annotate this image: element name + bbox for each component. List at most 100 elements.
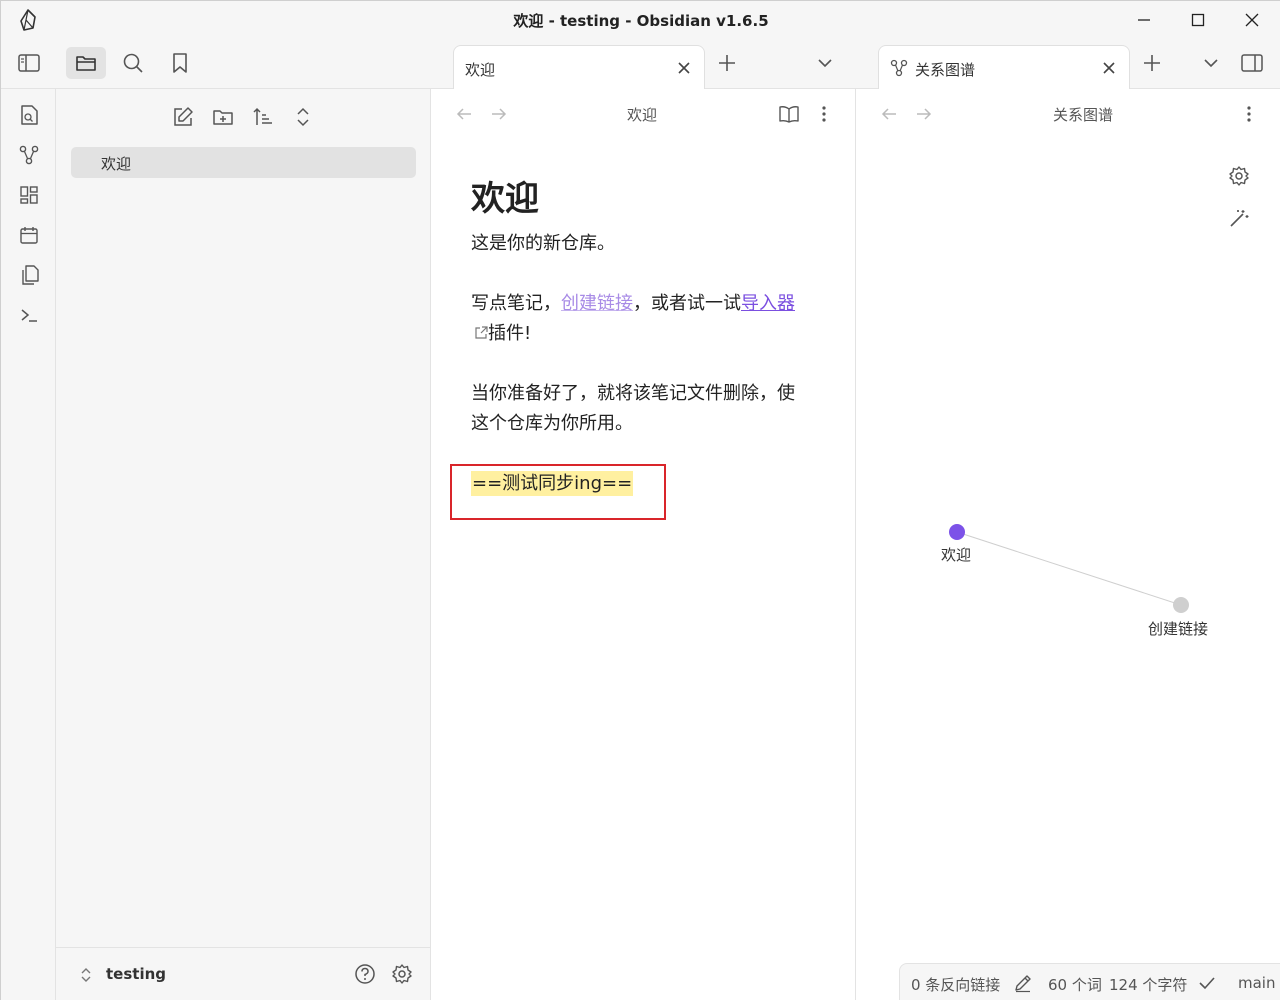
layout-dashboard-icon bbox=[20, 186, 38, 204]
file-explorer-button[interactable] bbox=[66, 47, 106, 79]
graph-node-welcome[interactable] bbox=[949, 524, 965, 540]
new-tab-button[interactable] bbox=[707, 47, 747, 79]
graph-icon bbox=[890, 59, 908, 77]
folder-plus-icon bbox=[213, 110, 233, 125]
book-open-icon bbox=[779, 106, 799, 123]
vault-name[interactable]: testing bbox=[106, 965, 166, 983]
close-icon bbox=[1245, 13, 1259, 27]
text-span: 写点笔记， bbox=[471, 293, 561, 314]
text-span: 插件! bbox=[488, 323, 532, 344]
external-link-icon bbox=[475, 326, 488, 339]
file-explorer-sidebar: 欢迎 testing bbox=[56, 89, 431, 1000]
editor-pane: 欢迎 欢迎 这是你的新仓库。 写点笔记，创建链接，或者试一试导入器插件! 当你准… bbox=[431, 89, 856, 1000]
arrow-right-icon bbox=[492, 108, 507, 120]
tab-list-dropdown[interactable] bbox=[1191, 47, 1231, 79]
graph-node-label: 欢迎 bbox=[941, 546, 972, 564]
status-bar: 0 条反向链接 60 个词 124 个字符 main bbox=[899, 963, 1280, 1000]
graph-node-create-link[interactable] bbox=[1173, 597, 1189, 613]
templates-button[interactable] bbox=[15, 261, 43, 289]
chevrons-up-down-icon[interactable] bbox=[79, 966, 93, 984]
daily-note-button[interactable] bbox=[15, 221, 43, 249]
chevrons-up-down-icon bbox=[297, 107, 309, 127]
text-span: ，或者试一试 bbox=[633, 293, 741, 314]
tab-label: 欢迎 bbox=[465, 61, 496, 79]
nav-forward-button[interactable] bbox=[486, 101, 512, 127]
backlinks-count[interactable]: 0 条反向链接 bbox=[911, 974, 1000, 995]
git-branch[interactable]: main bbox=[1238, 974, 1275, 992]
new-note-button[interactable] bbox=[169, 103, 197, 131]
sidebar-right-icon bbox=[1241, 54, 1263, 72]
minimize-button[interactable] bbox=[1117, 1, 1171, 39]
sort-button[interactable] bbox=[249, 103, 277, 131]
canvas-button[interactable] bbox=[15, 181, 43, 209]
tab-close-button[interactable] bbox=[1099, 58, 1119, 78]
title-bar: 欢迎 - testing - Obsidian v1.6.5 bbox=[1, 1, 1280, 39]
arrow-left-icon bbox=[456, 108, 471, 120]
graph-icon bbox=[19, 145, 39, 165]
graph-pane: 关系图谱 欢迎 创建链接 bbox=[856, 89, 1280, 1000]
internal-link[interactable]: 创建链接 bbox=[561, 293, 633, 314]
close-window-button[interactable] bbox=[1225, 1, 1279, 39]
plus-icon bbox=[1144, 55, 1160, 71]
minimize-icon bbox=[1138, 19, 1150, 21]
nav-back-button[interactable] bbox=[451, 101, 477, 127]
maximize-icon bbox=[1191, 13, 1205, 27]
annotation-box bbox=[450, 464, 666, 520]
vault-switcher-bar: testing bbox=[56, 947, 430, 1000]
obsidian-window: 欢迎 - testing - Obsidian v1.6.5 欢迎 关系图谱 欢… bbox=[0, 0, 1280, 1000]
more-options-button[interactable] bbox=[811, 101, 837, 127]
tab-graph[interactable]: 关系图谱 bbox=[878, 45, 1130, 89]
more-vertical-icon bbox=[822, 106, 826, 122]
ribbon bbox=[1, 89, 56, 1000]
sidebar-left-icon bbox=[18, 54, 40, 72]
sort-ascending-icon bbox=[253, 107, 272, 125]
maximize-button[interactable] bbox=[1171, 1, 1225, 39]
editor-header-title[interactable]: 欢迎 bbox=[627, 104, 657, 125]
new-folder-button[interactable] bbox=[209, 103, 237, 131]
toggle-left-sidebar-button[interactable] bbox=[9, 47, 49, 79]
edit-icon bbox=[174, 107, 193, 126]
external-link[interactable]: 导入器 bbox=[741, 293, 795, 314]
tab-close-button[interactable] bbox=[674, 58, 694, 78]
note-paragraph: 当你准备好了，就将该笔记文件删除，使这个仓库为你所用。 bbox=[471, 383, 795, 434]
note-paragraph: 这是你的新仓库。 bbox=[471, 233, 615, 254]
new-tab-button[interactable] bbox=[1132, 47, 1172, 79]
note-heading: 欢迎 bbox=[471, 179, 539, 219]
file-search-icon bbox=[21, 105, 38, 125]
bookmarks-button[interactable] bbox=[160, 47, 200, 79]
close-icon bbox=[1103, 62, 1115, 74]
window-title: 欢迎 - testing - Obsidian v1.6.5 bbox=[513, 12, 769, 30]
check-icon[interactable] bbox=[1197, 973, 1217, 993]
search-button[interactable] bbox=[113, 47, 153, 79]
toolbar: 欢迎 关系图谱 bbox=[1, 39, 1280, 89]
tab-list-dropdown[interactable] bbox=[805, 47, 845, 79]
files-icon bbox=[22, 265, 39, 285]
collapse-all-button[interactable] bbox=[289, 103, 317, 131]
chevron-down-icon bbox=[818, 59, 832, 68]
command-palette-button[interactable] bbox=[15, 301, 43, 329]
toggle-right-sidebar-button[interactable] bbox=[1232, 47, 1272, 79]
close-icon bbox=[678, 62, 690, 74]
tab-welcome[interactable]: 欢迎 bbox=[453, 45, 705, 89]
chevron-down-icon bbox=[1204, 59, 1218, 68]
settings-gear-icon[interactable] bbox=[391, 963, 413, 985]
help-icon[interactable] bbox=[354, 963, 376, 985]
graph-view-button[interactable] bbox=[15, 141, 43, 169]
graph-canvas[interactable] bbox=[856, 89, 1280, 1000]
calendar-icon bbox=[20, 227, 38, 244]
quick-switcher-button[interactable] bbox=[15, 101, 43, 129]
word-count: 60 个词 bbox=[1048, 976, 1102, 994]
reading-view-button[interactable] bbox=[776, 101, 802, 127]
tab-label: 关系图谱 bbox=[915, 61, 976, 79]
note-content[interactable]: 欢迎 这是你的新仓库。 写点笔记，创建链接，或者试一试导入器插件! 当你准备好了… bbox=[471, 174, 811, 499]
terminal-icon bbox=[21, 309, 37, 322]
char-count: 124 个字符 bbox=[1109, 976, 1188, 994]
file-item-label: 欢迎 bbox=[101, 155, 132, 173]
pencil-icon[interactable] bbox=[1013, 973, 1033, 993]
file-item-welcome[interactable]: 欢迎 bbox=[71, 147, 416, 178]
graph-node-label: 创建链接 bbox=[1148, 620, 1209, 638]
folder-icon bbox=[76, 56, 96, 71]
bookmark-icon bbox=[173, 53, 187, 73]
plus-icon bbox=[719, 55, 735, 71]
graph-edge bbox=[956, 531, 1182, 606]
